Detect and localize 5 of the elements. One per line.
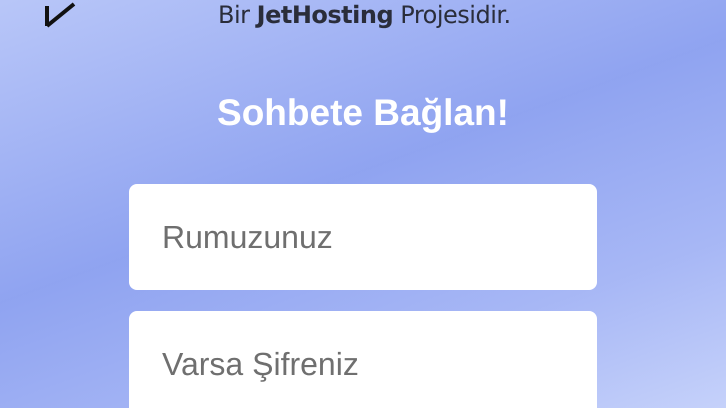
page-title: Sohbete Bağlan! bbox=[216, 92, 510, 134]
input-field[interactable]: Rumuzunuz bbox=[129, 184, 597, 290]
input-field[interactable]: Varsa Şifreniz bbox=[129, 311, 597, 408]
tagline: Bir JetHosting Projesidir. bbox=[218, 1, 511, 29]
logo-icon bbox=[44, 2, 78, 28]
